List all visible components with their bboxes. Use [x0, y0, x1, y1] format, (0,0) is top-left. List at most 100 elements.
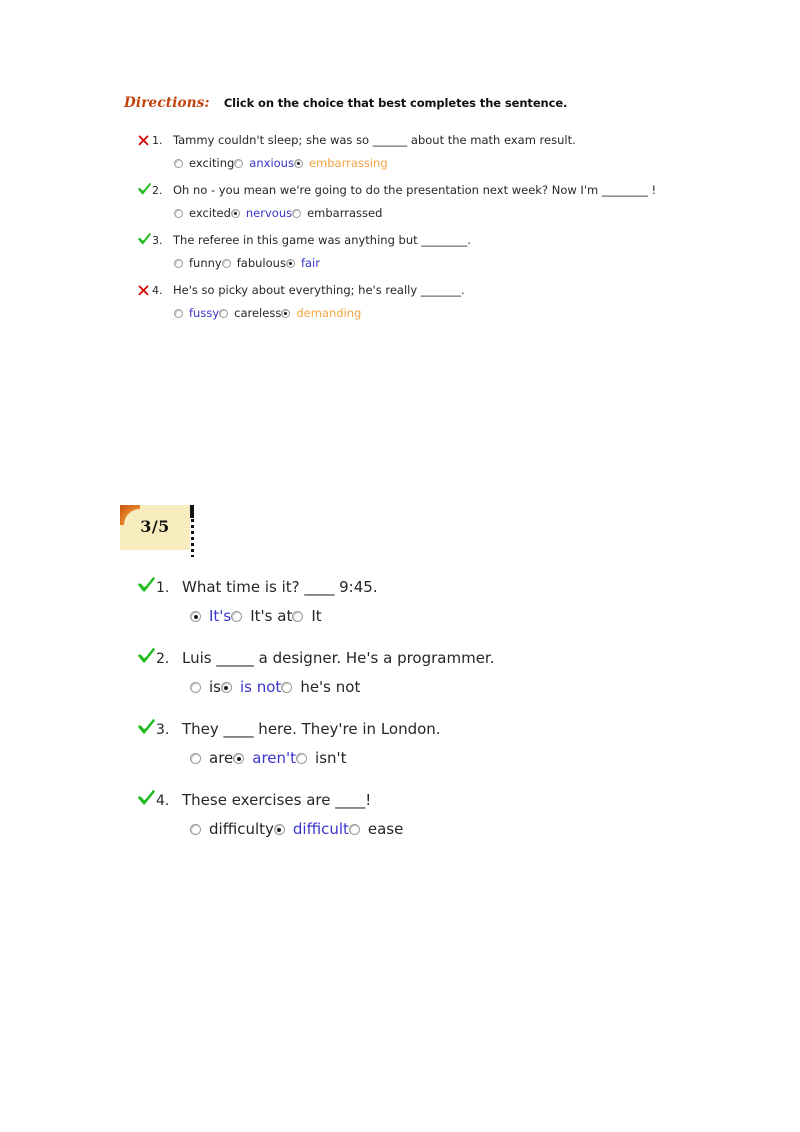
option-row[interactable]: excited — [174, 206, 231, 221]
radio-button-icon[interactable] — [190, 682, 201, 693]
question-text: Oh no - you mean we're going to do the p… — [173, 183, 657, 197]
radio-button-icon[interactable] — [174, 259, 183, 268]
radio-button-icon[interactable] — [190, 824, 201, 835]
option-label: aren't — [252, 749, 297, 767]
option-row[interactable]: fussy — [174, 306, 220, 321]
question-block: 1. What time is it? ____ 9:45. It's It's at… — [138, 577, 758, 630]
question-text: He's so picky about everything; he's rea… — [173, 283, 465, 297]
badge-edge-solid — [190, 505, 194, 518]
question-number: 3. — [152, 234, 163, 247]
option-row[interactable]: It — [292, 607, 322, 626]
question-block: 3. The referee in this game was anything … — [138, 233, 758, 274]
radio-button-icon[interactable] — [219, 309, 229, 318]
radio-button-icon[interactable] — [296, 753, 308, 764]
option-row[interactable]: It's — [190, 607, 232, 626]
radio-button-icon[interactable] — [285, 259, 295, 268]
question-block: 2. Luis _____ a designer. He's a programm… — [138, 648, 758, 701]
radio-button-icon[interactable] — [174, 309, 183, 318]
badge-edge-dotted — [191, 519, 194, 557]
option-label: funny — [189, 256, 222, 270]
option-label: embarrassing — [308, 156, 388, 170]
question-text: Luis _____ a designer. He's a programmer… — [182, 649, 495, 667]
option-row[interactable]: fair — [285, 256, 320, 271]
option-label: anxious — [249, 156, 294, 170]
option-row[interactable]: careless — [219, 306, 282, 321]
option-label: fussy — [189, 306, 220, 320]
question-block: 2. Oh no - you mean we're going to do the… — [138, 183, 758, 224]
radio-button-icon[interactable] — [233, 753, 245, 764]
radio-button-icon[interactable] — [190, 611, 201, 622]
option-row[interactable]: aren't — [233, 749, 297, 768]
radio-button-icon[interactable] — [220, 682, 232, 693]
radio-button-icon[interactable] — [190, 753, 201, 764]
question-block: 4. These exercises are ____! difficulty dif… — [138, 790, 758, 843]
radio-button-icon[interactable] — [273, 824, 285, 835]
directions-label: Directions: — [124, 95, 210, 111]
radio-button-icon[interactable] — [293, 159, 303, 168]
cross-mark-icon — [138, 133, 152, 147]
check-mark-icon — [138, 648, 156, 667]
directions: Directions: Click on the choice that bes… — [124, 92, 567, 111]
option-row[interactable]: embarrassing — [293, 156, 388, 171]
question-text: Tammy couldn't sleep; she was so ______ … — [173, 133, 576, 147]
question-number: 1. — [152, 134, 163, 147]
option-list: are aren't isn't — [190, 746, 758, 772]
option-row[interactable]: embarrassed — [292, 206, 382, 221]
question-block: 3. They ____ here. They're in London. are a… — [138, 719, 758, 772]
option-list: is is not he's not — [190, 675, 758, 701]
option-row[interactable]: isn't — [296, 749, 347, 768]
radio-button-icon[interactable] — [292, 209, 302, 218]
option-row[interactable]: is — [190, 678, 221, 697]
option-label: demanding — [296, 306, 362, 320]
quiz-section-grammar: 1. What time is it? ____ 9:45. It's It's at… — [138, 577, 758, 861]
radio-button-icon[interactable] — [348, 824, 360, 835]
radio-button-icon[interactable] — [234, 159, 244, 168]
question-number: 3. — [156, 722, 170, 738]
score-badge: 3/5 — [120, 505, 194, 557]
option-row[interactable]: difficult — [273, 820, 349, 839]
option-row[interactable]: difficulty — [190, 820, 274, 839]
radio-button-icon[interactable] — [174, 159, 183, 168]
option-label: fair — [300, 256, 320, 270]
directions-text: Click on the choice that best completes … — [223, 96, 568, 110]
check-mark-icon — [138, 183, 152, 197]
option-list: fussy careless demanding — [174, 303, 758, 324]
question-number: 2. — [152, 184, 163, 197]
option-label: exciting — [189, 156, 235, 170]
question-header: 1. Tammy couldn't sleep; she was so _____… — [138, 133, 758, 150]
question-header: 2. Oh no - you mean we're going to do the… — [138, 183, 758, 200]
radio-button-icon[interactable] — [174, 209, 183, 218]
option-label: is — [209, 678, 221, 696]
option-label: It — [311, 607, 322, 625]
option-label: ease — [367, 820, 404, 838]
option-row[interactable]: nervous — [230, 206, 293, 221]
option-row[interactable]: exciting — [174, 156, 235, 171]
check-mark-icon — [138, 719, 156, 738]
option-row[interactable]: funny — [174, 256, 222, 271]
option-row[interactable]: is not — [220, 678, 281, 697]
option-row[interactable]: ease — [348, 820, 404, 839]
option-row[interactable]: are — [190, 749, 234, 768]
option-label: difficulty — [209, 820, 274, 838]
option-label: nervous — [245, 206, 293, 220]
radio-button-icon[interactable] — [281, 682, 293, 693]
option-label: It's — [209, 607, 232, 625]
question-text: These exercises are ____! — [182, 791, 372, 809]
radio-button-icon[interactable] — [231, 611, 243, 622]
option-label: It's at — [250, 607, 293, 625]
radio-button-icon[interactable] — [230, 209, 240, 218]
question-number: 4. — [156, 793, 170, 809]
option-row[interactable]: fabulous — [221, 256, 286, 271]
option-row[interactable]: he's not — [281, 678, 360, 697]
radio-button-icon[interactable] — [221, 259, 231, 268]
question-header: 4. These exercises are ____! — [138, 790, 758, 814]
quiz-section-vocabulary: 1. Tammy couldn't sleep; she was so _____… — [138, 133, 758, 333]
option-row[interactable]: anxious — [234, 156, 294, 171]
option-row[interactable]: It's at — [231, 607, 293, 626]
radio-button-icon[interactable] — [281, 309, 291, 318]
option-label: are — [209, 749, 234, 767]
option-label: careless — [234, 306, 282, 320]
radio-button-icon[interactable] — [292, 611, 304, 622]
cross-mark-icon — [138, 283, 152, 297]
option-row[interactable]: demanding — [281, 306, 362, 321]
